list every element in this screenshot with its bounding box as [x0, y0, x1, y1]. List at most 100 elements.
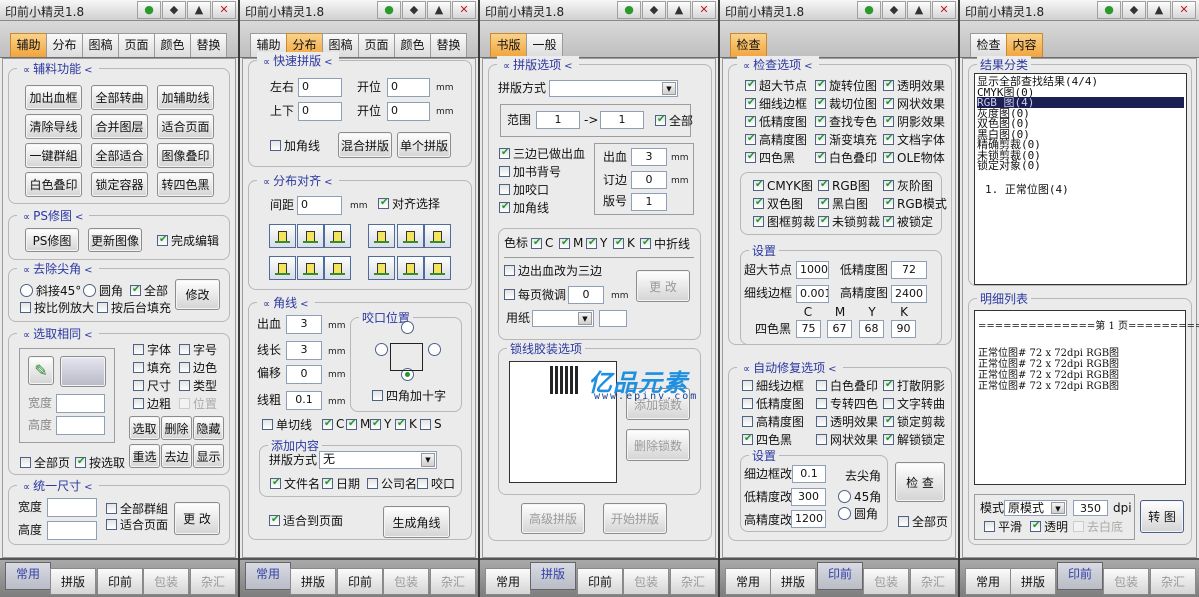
- checkbox-box[interactable]: [378, 197, 389, 209]
- auto-fix-checkbox[interactable]: 文字转曲: [883, 396, 945, 411]
- checkbox-box[interactable]: [1030, 520, 1041, 532]
- checkbox-box[interactable]: [745, 133, 756, 145]
- color-channel-checkbox[interactable]: M: [346, 417, 370, 431]
- checkbox-box[interactable]: [613, 237, 624, 249]
- checkbox-box[interactable]: [1073, 520, 1084, 532]
- generate-corner-lines-button[interactable]: 生成角线: [383, 506, 450, 538]
- collapse-icon[interactable]: ∝: [23, 265, 30, 276]
- add-content-checkbox[interactable]: 咬口: [417, 476, 455, 491]
- checkbox-box[interactable]: [370, 418, 381, 430]
- checkbox-box[interactable]: [504, 288, 515, 300]
- image-type-checkbox[interactable]: 未锁剪裁: [818, 214, 880, 229]
- bottom-tab[interactable]: 包装: [1103, 568, 1149, 595]
- color-mark-checkbox[interactable]: 中折线: [640, 236, 690, 251]
- add-content-checkbox[interactable]: 公司名: [367, 476, 417, 491]
- radio-circle[interactable]: [428, 342, 441, 356]
- checkbox-box[interactable]: [742, 397, 753, 409]
- image-type-checkbox[interactable]: 图框剪裁: [753, 214, 815, 229]
- collapse-icon[interactable]: ∝: [263, 299, 270, 310]
- match-property-checkbox[interactable]: 边粗: [133, 396, 171, 411]
- collapse-up-icon[interactable]: ▲: [907, 1, 931, 19]
- image-type-checkbox[interactable]: CMYK图: [753, 178, 813, 193]
- checkbox-box[interactable]: [106, 518, 117, 530]
- checkbox-box[interactable]: [179, 361, 190, 373]
- check-button[interactable]: 检 查: [895, 462, 945, 502]
- group-legend[interactable]: ∝ 自动修复选项 <: [737, 359, 843, 376]
- checkbox-box[interactable]: [499, 165, 510, 177]
- single-cut-line-checkbox[interactable]: 单切线: [262, 417, 312, 432]
- bevel-45-radio[interactable]: 斜接45°: [20, 283, 81, 298]
- match-property-checkbox[interactable]: 类型: [179, 378, 217, 393]
- aux-function-button[interactable]: 图像叠印: [157, 143, 214, 168]
- adjust-input[interactable]: 0: [568, 286, 604, 304]
- group-legend[interactable]: 明细列表: [977, 290, 1032, 307]
- chevron-left-icon[interactable]: <: [324, 177, 332, 188]
- checkbox-box[interactable]: [742, 379, 753, 391]
- checkbox-box[interactable]: [745, 97, 756, 109]
- collapse-icon[interactable]: ∝: [503, 61, 510, 72]
- collapse-up-icon[interactable]: ▲: [187, 1, 211, 19]
- checkbox-box[interactable]: [816, 397, 827, 409]
- big-node-input[interactable]: 10000: [796, 261, 829, 279]
- chat-icon[interactable]: ●: [137, 1, 161, 19]
- distribute-hcenter-icon[interactable]: [397, 224, 424, 248]
- auto-fix-checkbox[interactable]: 白色叠印: [816, 378, 878, 393]
- group-all-checkbox[interactable]: 全部群組: [106, 501, 168, 516]
- color-channel-checkbox[interactable]: S: [420, 417, 442, 431]
- checkbox-box[interactable]: [75, 456, 86, 468]
- aux-function-button[interactable]: 全部适合: [91, 143, 148, 168]
- close-icon[interactable]: ✕: [692, 1, 716, 19]
- change-button[interactable]: 更 改: [636, 270, 690, 302]
- bottom-tab[interactable]: 拼版: [770, 568, 816, 595]
- low-res-input[interactable]: 72: [891, 261, 927, 279]
- auto-fix-checkbox[interactable]: 解锁锁定: [883, 432, 945, 447]
- pin-icon[interactable]: ◆: [1122, 1, 1146, 19]
- checkbox-box[interactable]: [742, 415, 753, 427]
- checkbox-box[interactable]: [270, 477, 281, 489]
- checkbox-box[interactable]: [499, 147, 510, 159]
- result-list[interactable]: 显示全部查找结果(4/4) CMYK图(0) RGB 图(4) 灰度图(0) 双色图(0…: [974, 73, 1187, 285]
- checkbox-box[interactable]: [262, 418, 273, 430]
- collapse-icon[interactable]: ∝: [263, 177, 270, 188]
- group-legend[interactable]: ∝ 选取相同 <: [17, 325, 99, 342]
- distribute-vcenter-icon[interactable]: [397, 256, 424, 280]
- fit-page-checkbox[interactable]: 适合页面: [106, 517, 168, 532]
- checkbox-box[interactable]: [883, 433, 894, 445]
- checkbox-box[interactable]: [504, 264, 515, 276]
- bottom-tab[interactable]: 常用: [725, 568, 771, 595]
- tab[interactable]: 分布: [46, 33, 83, 57]
- group-legend[interactable]: 锁线胶装选项: [507, 340, 586, 357]
- add-corner-lines-checkbox[interactable]: 加角线: [270, 138, 320, 153]
- binding-input[interactable]: 0: [631, 171, 667, 189]
- open-input[interactable]: 0: [387, 78, 430, 97]
- group-legend[interactable]: ∝ 统一尺寸 <: [17, 477, 99, 494]
- align-top-icon[interactable]: [269, 224, 296, 248]
- image-type-checkbox[interactable]: RGB图: [818, 178, 870, 193]
- back-fill-checkbox[interactable]: 按后台填充: [97, 300, 171, 315]
- select-same-action-button[interactable]: 删除: [161, 416, 192, 440]
- remove-white-checkbox[interactable]: 去白底: [1073, 519, 1123, 534]
- select-same-action-button[interactable]: 选取: [129, 416, 160, 440]
- bite-position-radio[interactable]: [401, 320, 417, 334]
- checkbox-box[interactable]: [753, 215, 764, 227]
- imposition-option-checkbox[interactable]: 加书背号: [499, 164, 561, 179]
- checkbox-box[interactable]: [367, 477, 378, 489]
- offset-input[interactable]: 0: [286, 365, 322, 384]
- radio-circle[interactable]: [83, 283, 96, 297]
- open-input[interactable]: 0: [387, 102, 430, 121]
- auto-fix-checkbox[interactable]: 打散阴影: [883, 378, 945, 393]
- delete-lock-button[interactable]: 删除锁数: [626, 429, 690, 461]
- rich-black-input[interactable]: 68: [859, 320, 884, 338]
- auto-fix-checkbox[interactable]: 高精度图: [742, 414, 804, 429]
- chevron-down-icon[interactable]: ▼: [1051, 502, 1065, 514]
- height-input[interactable]: [47, 521, 97, 540]
- pin-icon[interactable]: ◆: [882, 1, 906, 19]
- bottom-tab[interactable]: 包装: [863, 568, 909, 595]
- align-bottom-icon[interactable]: [324, 224, 351, 248]
- color-mark-checkbox[interactable]: K: [613, 236, 635, 250]
- round-corner-radio[interactable]: 圆角: [83, 283, 123, 298]
- group-legend[interactable]: ∝ 快速拼版 <: [257, 52, 339, 69]
- bleed-input[interactable]: 3: [631, 148, 667, 166]
- bottom-tab[interactable]: 印前: [97, 568, 143, 595]
- checkbox-box[interactable]: [745, 115, 756, 127]
